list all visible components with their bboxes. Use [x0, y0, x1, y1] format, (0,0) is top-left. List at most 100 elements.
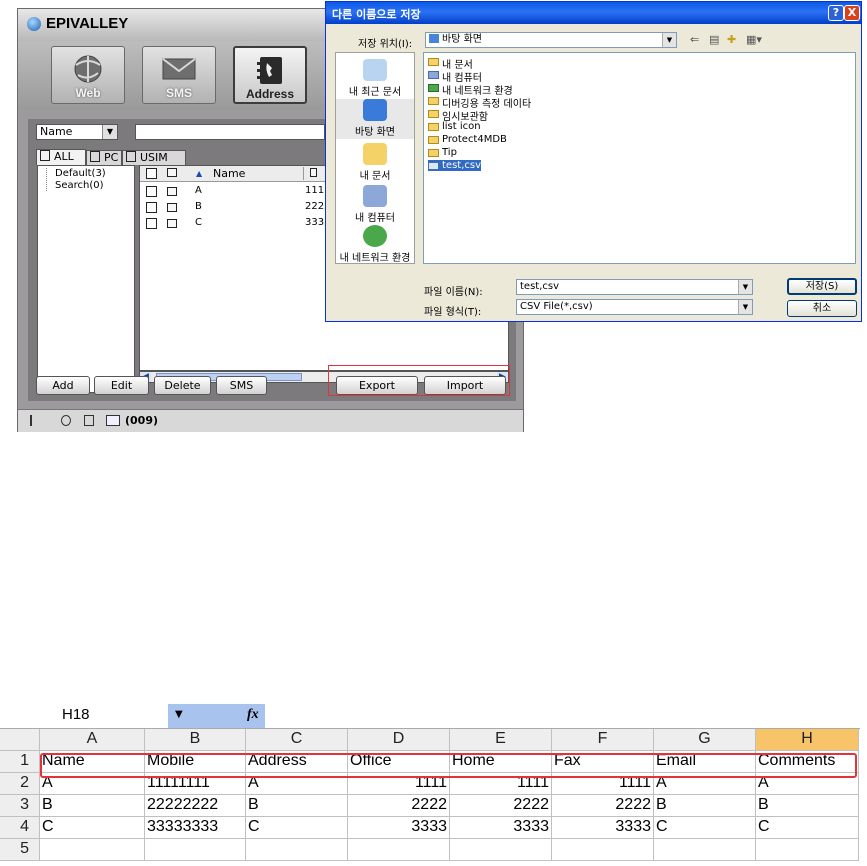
- export-import-highlight: [328, 365, 510, 396]
- web-button[interactable]: Web: [51, 46, 125, 104]
- cell[interactable]: B: [654, 795, 756, 817]
- filetype-select[interactable]: CSV File(*,csv) ▼: [516, 299, 753, 315]
- globe-icon: [74, 55, 102, 83]
- cell[interactable]: 2222: [450, 795, 552, 817]
- cell[interactable]: [654, 839, 756, 861]
- name-column-header[interactable]: Name: [213, 167, 245, 180]
- sms-button[interactable]: SMS: [142, 46, 216, 104]
- cell[interactable]: 2222: [552, 795, 654, 817]
- tab-usim[interactable]: USIM: [122, 150, 186, 165]
- row-header[interactable]: 3: [0, 795, 40, 817]
- row-header[interactable]: 5: [0, 839, 40, 861]
- row-header[interactable]: 4: [0, 817, 40, 839]
- cell[interactable]: C: [246, 817, 348, 839]
- row-header[interactable]: 2: [0, 773, 40, 795]
- cell[interactable]: [552, 839, 654, 861]
- app-logo-icon: [27, 17, 41, 31]
- cell[interactable]: 22222222: [145, 795, 246, 817]
- phone-icon: [310, 168, 317, 177]
- chevron-down-icon[interactable]: ▼: [738, 300, 752, 314]
- cell[interactable]: [756, 839, 859, 861]
- chevron-down-icon[interactable]: ▼: [102, 125, 117, 139]
- column-header-h[interactable]: H: [756, 729, 859, 751]
- select-all-corner[interactable]: [0, 729, 40, 751]
- place-desktop[interactable]: 바탕 화면: [336, 99, 414, 139]
- delete-button[interactable]: Delete: [154, 376, 211, 395]
- column-header-b[interactable]: B: [145, 729, 246, 751]
- cell[interactable]: 2222: [348, 795, 450, 817]
- chevron-down-icon[interactable]: ▼: [175, 709, 183, 720]
- cell[interactable]: 3333: [450, 817, 552, 839]
- group-search[interactable]: Search(0): [46, 180, 104, 191]
- column-header-g[interactable]: G: [654, 729, 756, 751]
- cell[interactable]: [40, 839, 145, 861]
- row-checkbox[interactable]: [146, 218, 157, 229]
- cell[interactable]: 33333333: [145, 817, 246, 839]
- status-bar: (009): [18, 409, 523, 432]
- chevron-down-icon[interactable]: ▼: [662, 33, 676, 47]
- folder-icon: [428, 123, 439, 131]
- cell[interactable]: C: [756, 817, 859, 839]
- computer-icon: [428, 71, 439, 79]
- sort-asc-icon: ▲: [196, 169, 203, 178]
- column-header-f[interactable]: F: [552, 729, 654, 751]
- back-icon[interactable]: ⇐: [690, 33, 699, 46]
- envelope-icon: [162, 58, 196, 80]
- select-all-checkbox[interactable]: [146, 168, 157, 179]
- desktop-icon: [429, 34, 439, 43]
- cell[interactable]: [450, 839, 552, 861]
- field-select[interactable]: Name ▼: [36, 124, 118, 140]
- place-recent[interactable]: 내 최근 문서: [336, 59, 414, 98]
- add-button[interactable]: Add: [36, 376, 90, 395]
- cell[interactable]: [145, 839, 246, 861]
- location-select[interactable]: 바탕 화면 ▼: [425, 32, 677, 48]
- view-menu-icon[interactable]: ▦▾: [746, 33, 762, 46]
- up-folder-icon[interactable]: ▤: [709, 33, 719, 46]
- row-checkbox[interactable]: [146, 186, 157, 197]
- address-button[interactable]: Address: [233, 46, 307, 104]
- cell[interactable]: [348, 839, 450, 861]
- save-as-dialog: 다른 이름으로 저장 ? X 저장 위치(I): 바탕 화면 ▼ ⇐ ▤ ✚ ▦…: [325, 1, 862, 322]
- row-header[interactable]: 1: [0, 751, 40, 773]
- filename-field[interactable]: test,csv ▼: [516, 279, 753, 295]
- search-input[interactable]: [135, 124, 325, 140]
- cancel-button[interactable]: 취소: [787, 300, 857, 317]
- row-checkbox[interactable]: [146, 202, 157, 213]
- folder-icon: [428, 136, 439, 144]
- cell[interactable]: C: [654, 817, 756, 839]
- new-folder-icon[interactable]: ✚: [727, 33, 736, 46]
- column-header-c[interactable]: C: [246, 729, 348, 751]
- column-header-a[interactable]: A: [40, 729, 145, 751]
- close-button[interactable]: X: [844, 5, 860, 21]
- list-item[interactable]: Protect4MDB: [428, 134, 507, 145]
- filename-label: 파일 이름(N):: [424, 287, 483, 298]
- edit-button[interactable]: Edit: [94, 376, 149, 395]
- group-default[interactable]: Default(3): [46, 168, 106, 179]
- cell[interactable]: 3333: [348, 817, 450, 839]
- cell[interactable]: [246, 839, 348, 861]
- list-item-selected[interactable]: test,csv: [428, 160, 482, 171]
- cell[interactable]: B: [40, 795, 145, 817]
- cell[interactable]: B: [756, 795, 859, 817]
- tab-all[interactable]: ALL: [36, 149, 86, 165]
- column-header-e[interactable]: E: [450, 729, 552, 751]
- tab-pc[interactable]: PC: [86, 150, 122, 165]
- app-title: EPIVALLEY: [46, 15, 129, 32]
- cell[interactable]: B: [246, 795, 348, 817]
- name-box[interactable]: H18: [62, 706, 90, 723]
- message-count: (009): [125, 414, 159, 427]
- column-header-d[interactable]: D: [348, 729, 450, 751]
- chevron-down-icon[interactable]: ▼: [738, 280, 752, 294]
- save-button[interactable]: 저장(S): [787, 278, 857, 295]
- place-my-documents[interactable]: 내 문서: [336, 143, 414, 182]
- cell[interactable]: 3333: [552, 817, 654, 839]
- place-network[interactable]: 내 네트워크 환경: [336, 225, 414, 264]
- sim-card-icon: [126, 151, 136, 162]
- list-item[interactable]: Tip: [428, 147, 457, 158]
- cell[interactable]: C: [40, 817, 145, 839]
- sms-send-button[interactable]: SMS: [216, 376, 267, 395]
- help-button[interactable]: ?: [828, 5, 844, 21]
- function-icon[interactable]: fx: [247, 707, 259, 723]
- place-my-computer[interactable]: 내 컴퓨터: [336, 185, 414, 224]
- list-item[interactable]: list icon: [428, 121, 481, 132]
